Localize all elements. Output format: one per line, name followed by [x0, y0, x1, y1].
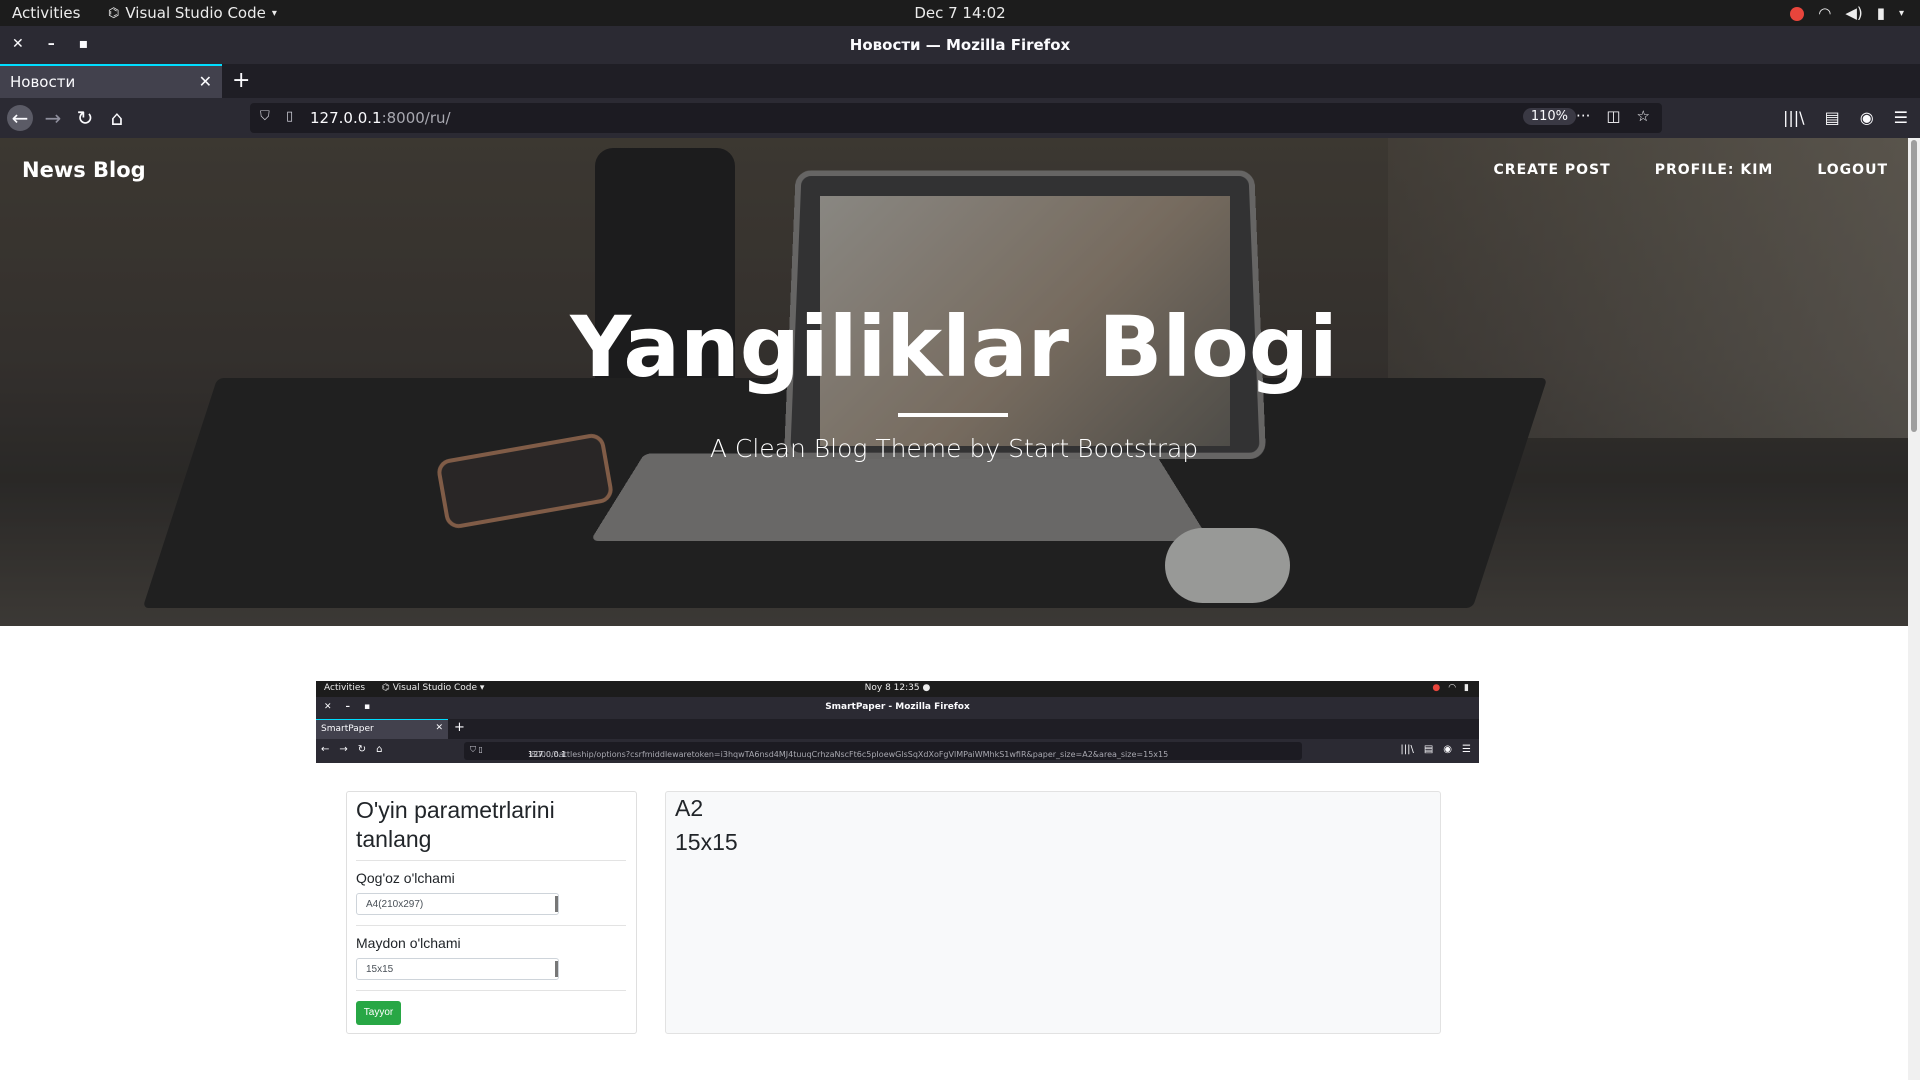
form-title: O'yin parametrlarini tanlang [356, 797, 555, 852]
menu-icon[interactable]: ☰ [1894, 108, 1908, 127]
embedded-window-title: SmartPaper - Mozilla Firefox [825, 702, 970, 712]
back-icon: ← [321, 744, 330, 755]
navigation-toolbar: ← → ↻ ⌂ ⛉ ▯ 127.0.0.1:8000/ru/ 110% ··· … [0, 98, 1920, 138]
page-viewport: News Blog CREATE POST PROFILE: KIM LOGOU… [0, 138, 1908, 1080]
post-screenshot-image: Activities ⌬ Visual Studio Code ▾ Noy 8 … [316, 681, 1479, 1080]
title-divider [898, 413, 1008, 417]
embedded-window-title-bar: ✕ – ▪ SmartPaper - Mozilla Firefox [316, 697, 1479, 719]
embedded-clock-text: Noy 8 12:35 [864, 683, 920, 693]
embedded-clock: Noy 8 12:35 ● [864, 683, 931, 693]
select-caret-icon [555, 961, 558, 977]
battery-icon: ▮ [1876, 4, 1885, 22]
close-icon[interactable]: ✕ [199, 72, 212, 91]
embedded-indicator-icon: ● [1432, 683, 1441, 693]
embedded-url-bar: ⛉ ▯ 127.0.0.1:8000/battleship/options?cs… [464, 742, 1302, 760]
paper-size-select: A4(210x297) [356, 893, 559, 915]
bookmark-star-icon[interactable]: ☆ [1637, 107, 1650, 125]
nav-create-post[interactable]: CREATE POST [1494, 162, 1611, 178]
embedded-tab: SmartPaper ✕ [316, 719, 448, 739]
library-icon: |||\ [1400, 744, 1414, 755]
new-tab-button[interactable]: + [232, 68, 250, 93]
system-tray[interactable]: ◠ ◀) ▮ ▾ [1790, 4, 1904, 22]
account-icon: ◉ [1443, 744, 1453, 755]
paper-size-value: A4(210x297) [366, 899, 424, 910]
divider [356, 990, 626, 991]
shield-icon[interactable]: ⛉ [260, 109, 270, 124]
menu-icon: ☰ [1462, 744, 1471, 755]
account-icon[interactable]: ◉ [1860, 108, 1874, 127]
embedded-url-rest: :8000/battleship/options?csrfmiddlewaret… [528, 750, 1169, 759]
url-text[interactable]: 127.0.0.1:8000/ru/ [310, 109, 451, 127]
nav-profile[interactable]: PROFILE: KIM [1655, 162, 1774, 178]
shield-icon: ⛉ ▯ [470, 745, 483, 754]
url-host: 127.0.0.1 [310, 109, 382, 127]
page-title: Yangiliklar Blogi [570, 298, 1338, 396]
page-subtitle: A Clean Blog Theme by Start Bootstrap [709, 434, 1199, 463]
embedded-tab-label: SmartPaper [321, 724, 374, 734]
library-icon[interactable]: |||\ [1783, 108, 1805, 127]
nav-logout[interactable]: LOGOUT [1817, 162, 1888, 178]
new-tab-icon: + [454, 720, 465, 735]
chrome-indicator-icon [1790, 6, 1805, 21]
sidebar-icon[interactable]: ▤ [1825, 108, 1840, 127]
result-paper-size: A2 [675, 795, 704, 821]
url-path: :8000/ru/ [381, 109, 451, 127]
result-card: A2 15x15 [665, 791, 1441, 1034]
reload-icon[interactable]: ↻ [72, 105, 98, 131]
embedded-battery-icon: ▮ [1464, 683, 1469, 693]
embedded-tab-strip: SmartPaper ✕ + [316, 719, 1479, 739]
embedded-tray: ● ◠ ▮ [1432, 683, 1469, 693]
area-size-select: 15x15 [356, 958, 559, 980]
back-icon[interactable]: ← [7, 105, 33, 131]
home-icon[interactable]: ⌂ [104, 105, 130, 131]
page-icon[interactable]: ▯ [286, 109, 293, 124]
url-bar[interactable]: ⛉ ▯ 127.0.0.1:8000/ru/ 110% ··· ◫ ☆ [250, 103, 1662, 133]
chevron-down-icon: ▾ [1898, 7, 1904, 19]
scrollbar-thumb[interactable] [1911, 140, 1917, 432]
paper-size-label: Qog'oz o'lchami [356, 870, 455, 886]
page-scrollbar[interactable] [1908, 138, 1920, 1080]
select-caret-icon [555, 896, 558, 912]
system-top-bar: Activities ⌬ Visual Studio Code ▾ Dec 7 … [0, 0, 1920, 26]
forward-icon: → [339, 744, 348, 755]
pocket-icon[interactable]: ◫ [1606, 107, 1620, 125]
area-size-label: Maydon o'lchami [356, 935, 461, 951]
close-icon: ✕ [435, 723, 443, 733]
site-brand[interactable]: News Blog [22, 158, 146, 182]
site-nav: CREATE POST PROFILE: KIM LOGOUT [1494, 162, 1888, 178]
tab-strip: Новости ✕ + [0, 64, 1920, 98]
sidebar-icon: ▤ [1423, 744, 1434, 755]
home-icon: ⌂ [376, 744, 383, 755]
masthead: News Blog CREATE POST PROFILE: KIM LOGOU… [0, 138, 1908, 626]
clock[interactable]: Dec 7 14:02 [0, 4, 1920, 22]
window-title-bar: ✕ – ▪ Новости — Mozilla Firefox [0, 26, 1920, 64]
more-icon[interactable]: ··· [1576, 107, 1590, 125]
zoom-indicator[interactable]: 110% [1522, 108, 1576, 125]
embedded-wifi-icon: ◠ [1448, 683, 1457, 693]
wifi-icon: ◠ [1818, 4, 1832, 22]
forward-icon[interactable]: → [40, 105, 66, 131]
submit-button: Tayyor [356, 1001, 401, 1025]
tab-label: Новости [10, 73, 76, 91]
window-title: Новости — Mozilla Firefox [849, 36, 1071, 54]
divider [356, 860, 626, 861]
area-size-value: 15x15 [366, 964, 394, 975]
tab-active[interactable]: Новости ✕ [0, 64, 222, 98]
embedded-nav-toolbar: ← → ↻ ⌂ ⛉ ▯ 127.0.0.1:8000/battleship/optio… [316, 739, 1479, 763]
embedded-system-bar: Activities ⌬ Visual Studio Code ▾ Noy 8 … [316, 681, 1479, 697]
divider [356, 925, 626, 926]
options-form-card: O'yin parametrlarini tanlang Qog'oz o'lc… [346, 791, 637, 1034]
volume-icon: ◀) [1845, 4, 1863, 22]
result-area-size: 15x15 [675, 829, 738, 855]
reload-icon: ↻ [357, 744, 367, 755]
